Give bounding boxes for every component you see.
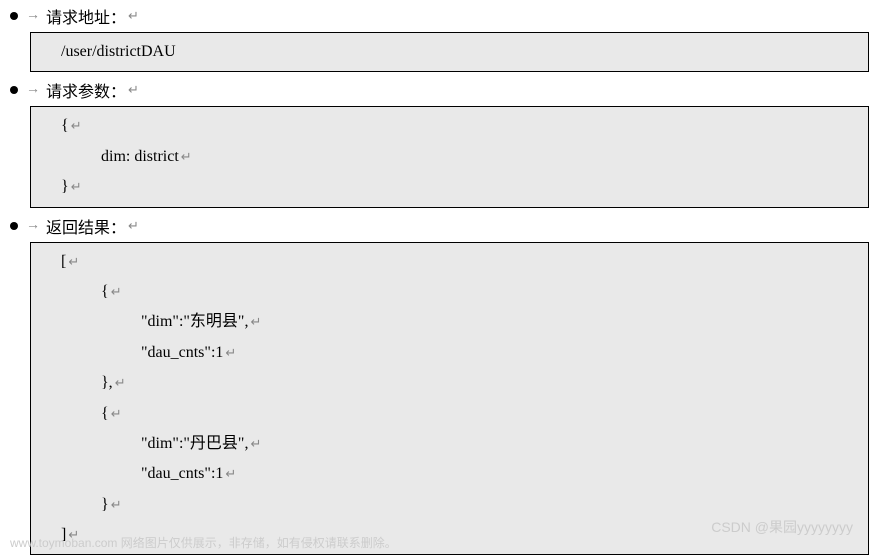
code-text: { — [61, 117, 69, 134]
watermark-right: CSDN @果园yyyyyyyy — [711, 517, 853, 537]
paragraph-mark-icon: ↵ — [71, 118, 82, 133]
paragraph-mark-icon: ↵ — [225, 466, 236, 481]
paragraph-mark-icon: ↵ — [250, 436, 261, 451]
doc-section: → 请求地址：↵ /user/districtDAU — [0, 0, 873, 72]
section-header: → 请求参数：↵ — [0, 74, 873, 106]
code-text: "dim":"东明县", — [141, 313, 248, 330]
content-box: [↵{↵"dim":"东明县",↵"dau_cnts":1↵},↵{↵"dim"… — [30, 242, 869, 556]
paragraph-mark-icon: ↵ — [68, 254, 79, 269]
bullet-icon — [10, 86, 18, 94]
arrow-icon: → — [26, 82, 40, 98]
paragraph-mark-icon: ↵ — [71, 179, 82, 194]
arrow-icon: → — [26, 8, 40, 24]
content-box: /user/districtDAU — [30, 32, 869, 72]
doc-section: →请求参数：↵{↵dim: district↵}↵ — [0, 74, 873, 207]
bullet-icon — [10, 222, 18, 230]
code-text: [ — [61, 253, 66, 270]
paragraph-mark-icon: ↵ — [111, 497, 122, 512]
paragraph-mark-icon: ↵ — [111, 406, 122, 421]
paragraph-mark-icon: ↵ — [128, 218, 139, 234]
code-text: "dau_cnts":1 — [141, 465, 223, 482]
code-line: "dau_cnts":1↵ — [31, 338, 868, 368]
doc-section: →返回结果：↵[↵{↵"dim":"东明县",↵"dau_cnts":1↵},↵… — [0, 210, 873, 556]
code-text: "dim":"丹巴县", — [141, 435, 248, 452]
code-line: {↵ — [31, 277, 868, 307]
bullet-icon — [10, 12, 18, 20]
paragraph-mark-icon: ↵ — [250, 314, 261, 329]
code-line: dim: district↵ — [31, 142, 868, 172]
code-text: dim: district — [101, 148, 179, 165]
code-line: {↵ — [31, 111, 868, 141]
code-text: { — [101, 283, 109, 300]
section-header: → 返回结果：↵ — [0, 210, 873, 242]
code-line: }↵ — [31, 172, 868, 202]
paragraph-mark-icon: ↵ — [225, 345, 236, 360]
section-title: 请求参数： — [46, 78, 126, 102]
code-text: "dau_cnts":1 — [141, 344, 223, 361]
code-text: } — [61, 178, 69, 195]
code-line: "dim":"丹巴县",↵ — [31, 429, 868, 459]
code-line: /user/districtDAU — [31, 37, 868, 67]
section-header: → 请求地址：↵ — [0, 0, 873, 32]
code-line: }↵ — [31, 490, 868, 520]
watermark-left: www.toymoban.com 网络图片仅供展示，非存储，如有侵权请联系删除。 — [10, 534, 397, 551]
arrow-icon: → — [26, 218, 40, 234]
code-line: "dim":"东明县",↵ — [31, 307, 868, 337]
code-text: } — [101, 496, 109, 513]
paragraph-mark-icon: ↵ — [111, 284, 122, 299]
code-text: /user/districtDAU — [61, 43, 176, 60]
code-text: }, — [101, 374, 113, 391]
content-box: {↵dim: district↵}↵ — [30, 106, 869, 207]
code-line: {↵ — [31, 399, 868, 429]
paragraph-mark-icon: ↵ — [181, 149, 192, 164]
paragraph-mark-icon: ↵ — [115, 375, 126, 390]
code-line: [↵ — [31, 247, 868, 277]
paragraph-mark-icon: ↵ — [128, 82, 139, 98]
code-text: { — [101, 405, 109, 422]
paragraph-mark-icon: ↵ — [128, 8, 139, 24]
code-line: },↵ — [31, 368, 868, 398]
section-title: 返回结果： — [46, 214, 126, 238]
code-line: "dau_cnts":1↵ — [31, 459, 868, 489]
section-title: 请求地址： — [46, 4, 126, 28]
